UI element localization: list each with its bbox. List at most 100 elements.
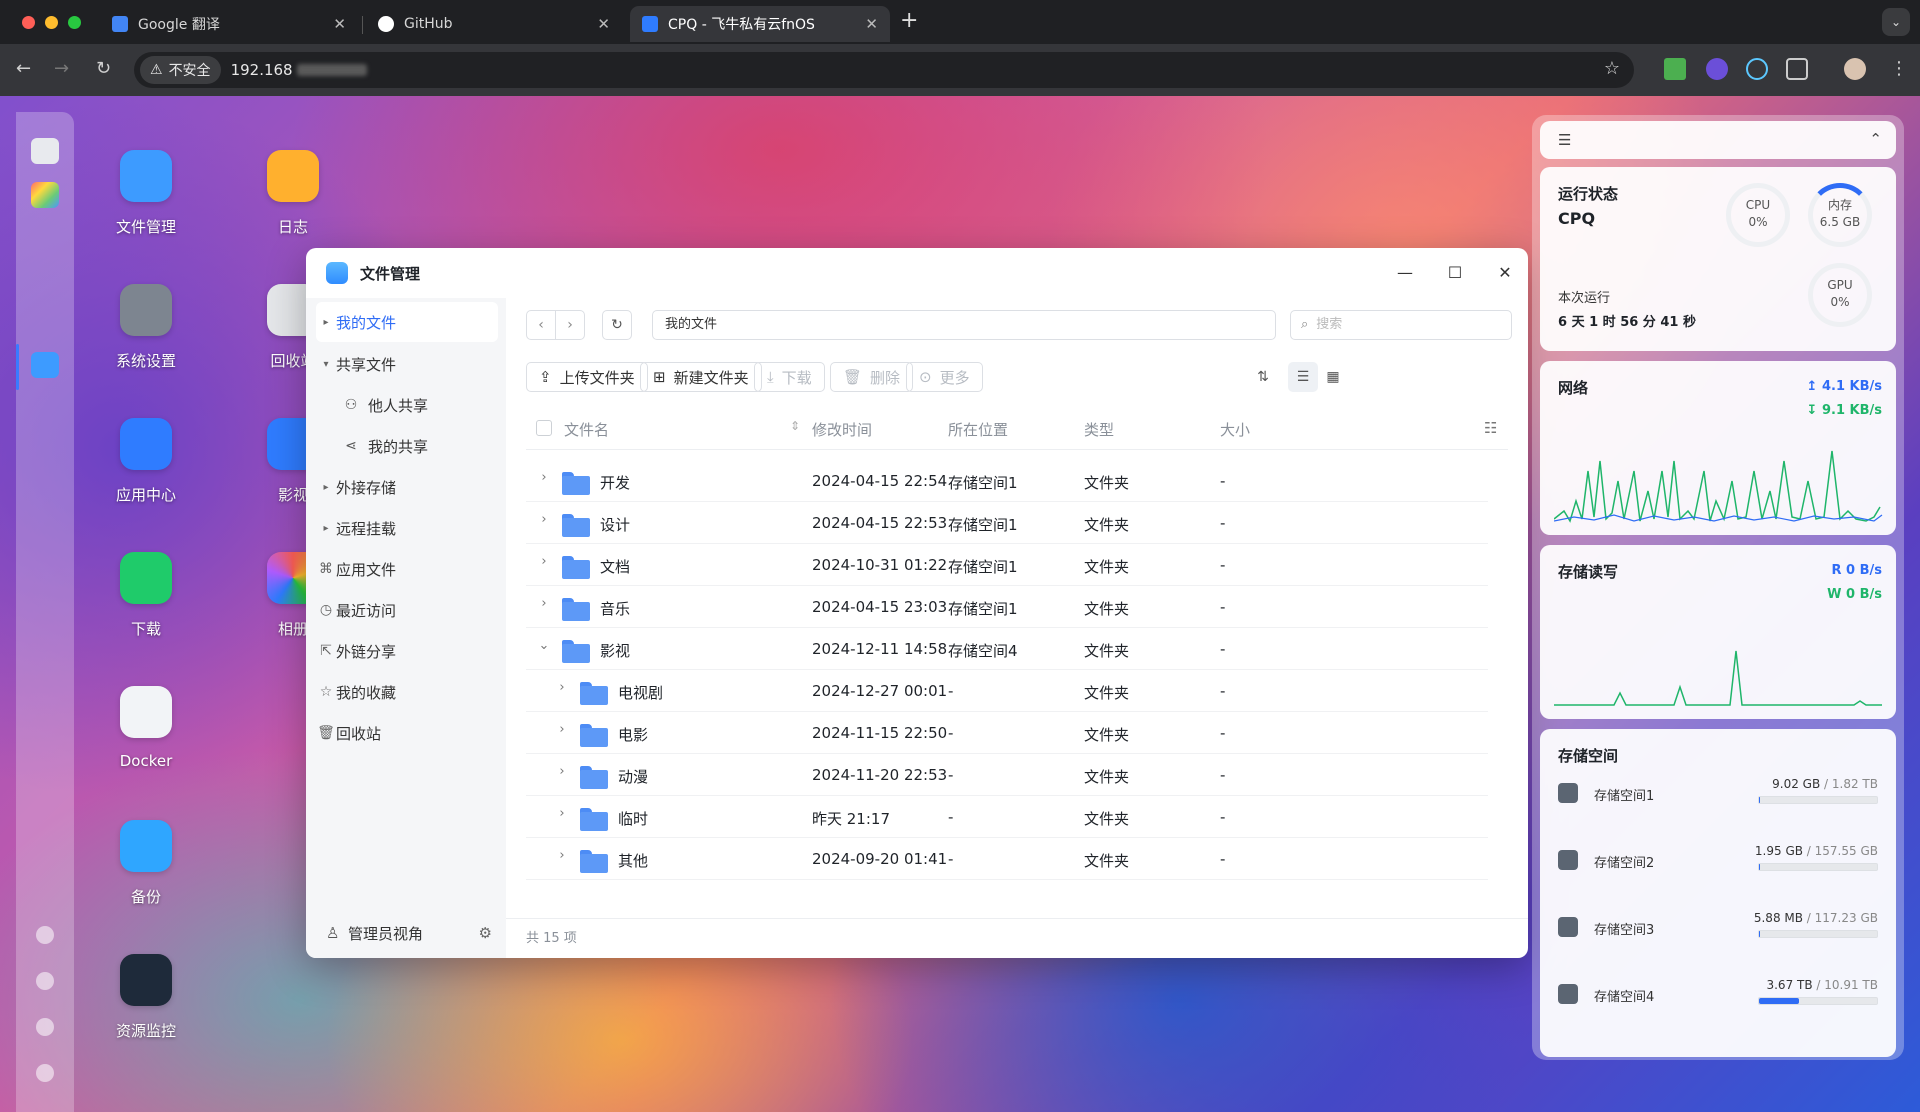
close-button[interactable]: ✕ — [1494, 262, 1516, 284]
column-header-modified[interactable]: 修改时间 — [812, 419, 872, 440]
sort-arrows-icon[interactable]: ⇕ — [790, 419, 800, 433]
settings-gear-icon[interactable]: ⚙ — [479, 924, 492, 942]
window-titlebar[interactable]: 文件管理 — ☐ ✕ — [306, 248, 1528, 298]
upload-folder-button[interactable]: ⇪ 上传文件夹 — [526, 362, 648, 392]
tab-search-button[interactable]: ⌄ — [1882, 8, 1910, 36]
sidebar-item-recent[interactable]: ◷ 最近访问 — [316, 590, 498, 630]
user-icon[interactable] — [36, 1018, 54, 1036]
table-row[interactable]: › 电视剧 2024-12-27 00:01- 文件夹 - — [526, 670, 1488, 712]
table-row[interactable]: › 文档 2024-10-31 01:22 存储空间1 文件夹 - — [526, 544, 1488, 586]
table-row[interactable]: › 电影 2024-11-15 22:50- 文件夹 - — [526, 712, 1488, 754]
column-header-name[interactable]: 文件名 — [564, 419, 609, 440]
close-tab-icon[interactable]: ✕ — [865, 15, 878, 33]
minimize-window-button[interactable] — [45, 16, 58, 29]
upload-status-icon[interactable] — [36, 926, 54, 944]
desktop-icon[interactable] — [31, 138, 59, 164]
table-row[interactable]: › 临时 昨天 21:17 - 文件夹 - — [526, 796, 1488, 838]
table-row[interactable]: › 音乐 2024-04-15 23:03 存储空间1 文件夹 - — [526, 586, 1488, 628]
profile-avatar[interactable] — [1844, 58, 1866, 80]
table-row[interactable]: › 动漫 2024-11-20 22:53- 文件夹 - — [526, 754, 1488, 796]
react-devtools-icon[interactable] — [1746, 58, 1768, 80]
security-chip[interactable]: ⚠ 不安全 — [140, 56, 221, 84]
collapse-icon[interactable]: ⌃ — [1869, 130, 1882, 148]
sidebar-item-my-files[interactable]: ▸ 我的文件 — [316, 302, 498, 342]
caret-right-icon[interactable]: › — [554, 848, 570, 863]
extensions-puzzle-icon[interactable] — [1786, 58, 1808, 80]
close-window-button[interactable] — [22, 16, 35, 29]
storage-volume-row[interactable]: 存储空间4 3.67 TB / 10.91 TB — [1558, 966, 1878, 1026]
path-input[interactable]: 我的文件 — [652, 310, 1276, 340]
sidebar-item-external-storage[interactable]: ▸ 外接存储 — [316, 467, 498, 507]
table-row[interactable]: › 开发 2024-04-15 22:54 存储空间1 文件夹 - — [526, 460, 1488, 502]
bookmark-star-icon[interactable]: ☆ — [1604, 58, 1620, 79]
list-view-icon[interactable]: ☰ — [1288, 362, 1318, 392]
tab-fnos[interactable]: CPQ - 飞牛私有云fnOS ✕ — [630, 6, 890, 42]
new-folder-button[interactable]: ⊞ 新建文件夹 — [640, 362, 762, 392]
grid-view-icon[interactable]: ▦ — [1318, 362, 1348, 392]
caret-right-icon[interactable]: › — [554, 680, 570, 695]
reload-icon[interactable]: ↻ — [96, 58, 111, 79]
new-tab-button[interactable]: + — [900, 8, 918, 33]
close-tab-icon[interactable]: ✕ — [333, 15, 346, 33]
desktop-app-store[interactable]: 应用中心 — [91, 418, 201, 505]
widget-settings-icon[interactable]: ☰ — [1558, 131, 1571, 149]
sort-icon[interactable]: ⇅ — [1248, 362, 1278, 392]
sidebar-item-app-files[interactable]: ⌘ 应用文件 — [316, 549, 498, 589]
sidebar-item-remote-mount[interactable]: ▸ 远程挂载 — [316, 508, 498, 548]
notification-bell-icon[interactable] — [36, 972, 54, 990]
delete-button[interactable]: 🗑 删除 — [830, 362, 914, 392]
table-row[interactable]: ⌄ 影视 2024-12-11 14:58 存储空间4 文件夹 - — [526, 628, 1488, 670]
extension-badge-icon[interactable] — [1706, 58, 1728, 80]
storage-volume-row[interactable]: 存储空间1 9.02 GB / 1.82 TB — [1558, 765, 1878, 825]
sidebar-item-trash[interactable]: 🗑 回收站 — [316, 713, 498, 753]
sidebar-item-external-links[interactable]: ⇱ 外链分享 — [316, 631, 498, 671]
nav-back-button[interactable]: ‹ — [526, 310, 556, 340]
column-header-type[interactable]: 类型 — [1084, 419, 1114, 440]
sidebar-item-my-shares[interactable]: ⋖ 我的共享 — [316, 426, 498, 466]
column-settings-icon[interactable]: ☷ — [1484, 419, 1497, 437]
more-button[interactable]: ⊙ 更多 — [906, 362, 983, 392]
desktop-app-settings[interactable]: 系统设置 — [91, 284, 201, 371]
desktop-app-log[interactable]: 日志 — [238, 150, 348, 237]
caret-right-icon[interactable]: › — [536, 512, 552, 527]
desktop-app-download[interactable]: 下载 — [91, 552, 201, 639]
caret-right-icon[interactable]: › — [554, 722, 570, 737]
caret-right-icon[interactable]: › — [536, 596, 552, 611]
file-manager-dock-icon[interactable] — [31, 352, 59, 378]
desktop-app-docker[interactable]: Docker — [91, 686, 201, 770]
caret-right-icon[interactable]: › — [554, 764, 570, 779]
table-row[interactable]: › 设计 2024-04-15 22:53 存储空间1 文件夹 - — [526, 502, 1488, 544]
nav-forward-button[interactable]: › — [555, 310, 585, 340]
maximize-button[interactable]: ☐ — [1444, 262, 1466, 284]
tab-google-translate[interactable]: Google 翻译 ✕ — [100, 6, 358, 42]
settings-icon[interactable] — [36, 1064, 54, 1082]
table-row[interactable]: › 其他 2024-09-20 01:41- 文件夹 - — [526, 838, 1488, 880]
search-input[interactable]: ⌕ 搜索 — [1290, 310, 1512, 340]
address-bar[interactable]: ⚠ 不安全 192.168 ☆ — [134, 52, 1634, 88]
column-header-size[interactable]: 大小 — [1220, 419, 1250, 440]
caret-right-icon[interactable]: › — [554, 806, 570, 821]
desktop-app-file-manager[interactable]: 文件管理 — [91, 150, 201, 237]
zoom-window-button[interactable] — [68, 16, 81, 29]
select-all-checkbox[interactable] — [536, 420, 552, 436]
forward-icon[interactable]: → — [54, 58, 69, 79]
refresh-button[interactable]: ↻ — [602, 310, 632, 340]
back-icon[interactable]: ← — [16, 58, 31, 79]
browser-menu-icon[interactable]: ⋮ — [1890, 58, 1908, 79]
sidebar-item-favorites[interactable]: ☆ 我的收藏 — [316, 672, 498, 712]
desktop-app-resource-monitor[interactable]: 资源监控 — [91, 954, 201, 1041]
column-header-location[interactable]: 所在位置 — [948, 419, 1008, 440]
download-button[interactable]: ⤓ 下载 — [754, 362, 825, 392]
close-tab-icon[interactable]: ✕ — [597, 15, 610, 33]
storage-volume-row[interactable]: 存储空间3 5.88 MB / 117.23 GB — [1558, 899, 1878, 959]
sidebar-item-shared-with-me[interactable]: ⚇ 他人共享 — [316, 385, 498, 425]
admin-view-label[interactable]: 管理员视角 — [348, 923, 423, 944]
extension-grid-icon[interactable] — [1664, 58, 1686, 80]
tab-github[interactable]: GitHub ✕ — [366, 6, 622, 42]
caret-down-icon[interactable]: ⌄ — [536, 638, 552, 653]
sidebar-item-shared-files[interactable]: ▾ 共享文件 — [316, 344, 498, 384]
app-launcher-icon[interactable] — [31, 182, 59, 208]
storage-volume-row[interactable]: 存储空间2 1.95 GB / 157.55 GB — [1558, 832, 1878, 892]
desktop-app-backup[interactable]: 备份 — [91, 820, 201, 907]
caret-right-icon[interactable]: › — [536, 470, 552, 485]
